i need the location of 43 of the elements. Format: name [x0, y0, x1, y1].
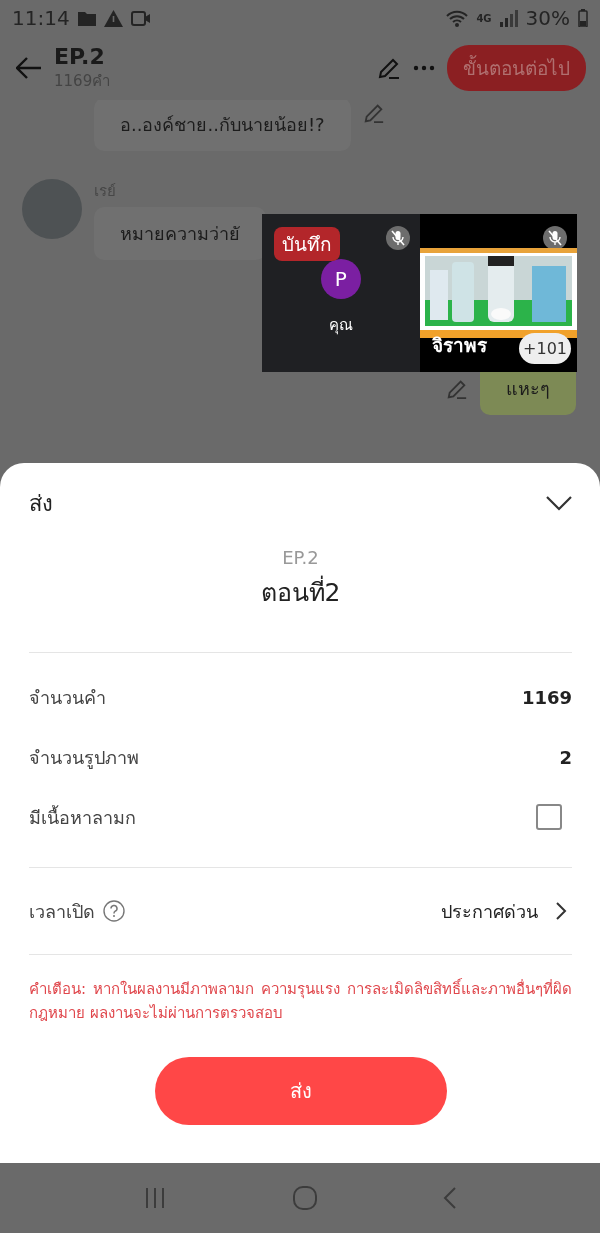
help-icon[interactable]: [103, 900, 125, 922]
release-time-row[interactable]: เวลาเปิด ประกาศด่วน: [29, 868, 572, 954]
home-icon[interactable]: [292, 1185, 318, 1211]
checkbox[interactable]: [536, 804, 562, 830]
pencil-icon[interactable]: [377, 56, 401, 80]
message-bubble: หมายความว่ายั: [94, 207, 266, 260]
episode-title: EP.2: [54, 43, 106, 69]
wifi-icon: [446, 9, 469, 27]
row-label: จำนวนรูปภาพ: [29, 745, 139, 771]
participant-name: จิราพร: [431, 333, 487, 358]
battery-icon: [578, 9, 588, 27]
message-bubble: อ..องค์ชาย..กับนายน้อย!?: [94, 100, 351, 151]
pencil-icon[interactable]: [446, 378, 468, 400]
row-value: 1169: [521, 686, 572, 708]
participant-count: +101: [519, 333, 571, 364]
sheet-title: ส่ง: [29, 489, 53, 518]
row-value: 2: [559, 746, 572, 768]
chevron-right-icon: [554, 901, 568, 921]
back-icon[interactable]: [443, 1186, 458, 1210]
pencil-icon[interactable]: [362, 102, 385, 124]
warning-icon: [103, 9, 123, 27]
video-camera-icon: [130, 10, 151, 26]
episode-number: EP.2: [281, 547, 320, 568]
submit-button[interactable]: ส่ง: [154, 1057, 447, 1125]
signal-icon: [499, 9, 518, 27]
chevron-down-icon[interactable]: [546, 495, 572, 511]
participant-name: คุณ: [328, 315, 353, 337]
battery-percent: 30%: [525, 6, 570, 30]
folder-icon: [77, 10, 96, 26]
episode-name: ตอนที่2: [29, 572, 572, 612]
row-label: จำนวนคำ: [29, 685, 106, 710]
warning-text: คำเตือน: หากในผลงานมีภาพลามก ความรุนแรง การละเมิดลิขสิทธิ์และภาพอื่นๆที่ผิดกฎหมาย ผลงานจะไม่ผ่านการตรวจสอบ: [29, 977, 572, 1024]
participant-avatar: P: [320, 259, 361, 299]
avatar: [22, 179, 82, 239]
release-value: ประกาศด่วน: [441, 899, 538, 924]
status-time: 11:14: [12, 6, 70, 30]
record-label[interactable]: บันทึก: [274, 227, 340, 261]
row-label: มีเนื้อหาลามก: [29, 804, 136, 830]
row-label: เวลาเปิด: [29, 899, 95, 924]
network-type: 4G: [476, 12, 492, 24]
back-icon[interactable]: [16, 57, 42, 79]
video-call-window[interactable]: บันทึก P คุณ จิราพร +101: [262, 214, 577, 372]
more-icon[interactable]: [413, 65, 435, 71]
